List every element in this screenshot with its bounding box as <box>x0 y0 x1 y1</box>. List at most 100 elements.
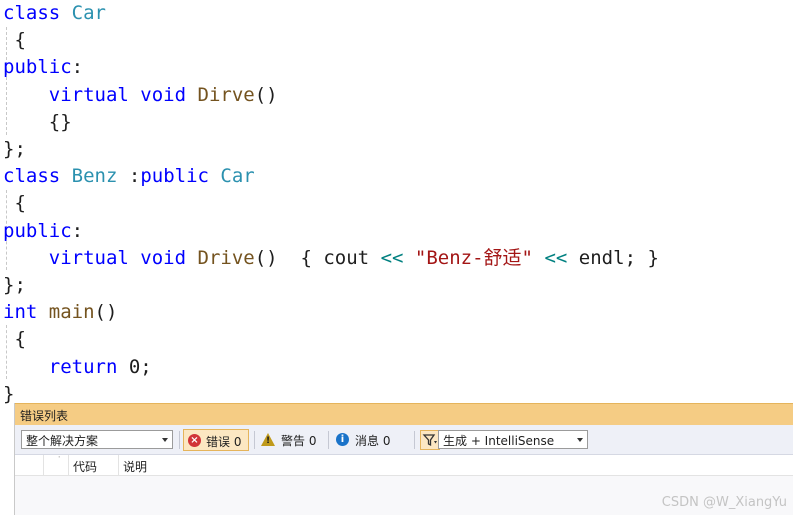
code-line: virtual void Drive() { cout << "Benz-舒适"… <box>3 245 659 272</box>
filter-icon <box>422 434 437 447</box>
source-dropdown-value: 生成 + IntelliSense <box>443 434 555 448</box>
code-token: << <box>380 246 404 269</box>
code-token: }; <box>3 274 26 296</box>
info-icon: i <box>336 433 349 446</box>
warning-icon-mark: ! <box>265 436 271 446</box>
code-line: class Benz :public Car <box>3 163 255 190</box>
toolbar-separator <box>328 431 329 449</box>
code-token: class <box>3 165 61 188</box>
code-line: class Car <box>3 0 106 27</box>
code-token: () { <box>254 246 324 269</box>
code-token: class <box>3 2 61 24</box>
code-token: public <box>140 165 209 188</box>
code-token: { <box>3 192 26 215</box>
toolbar-separator <box>179 431 180 449</box>
code-line: return 0; <box>3 354 152 381</box>
error-list-title-bar: 错误列表 <box>15 403 793 425</box>
code-token: void <box>140 83 187 106</box>
code-token: int <box>3 301 38 324</box>
code-line: } <box>3 381 14 404</box>
column-header-code[interactable]: 代码 <box>73 458 97 475</box>
code-token: << <box>544 246 568 269</box>
code-token: Car <box>220 165 255 188</box>
code-token: public <box>3 56 72 79</box>
error-list-title: 错误列表 <box>20 409 69 423</box>
code-token: virtual <box>48 246 129 269</box>
code-token: endl <box>578 246 625 269</box>
code-token: { <box>3 328 26 351</box>
scope-dropdown-value: 整个解决方案 <box>26 434 99 448</box>
code-line: { <box>3 27 26 54</box>
source-dropdown[interactable]: 生成 + IntelliSense <box>438 430 588 449</box>
error-list-toolbar: 整个解决方案 × 错误 0 ! 警告 0 i 消息 0 生成 + Intelli… <box>15 425 793 455</box>
code-token: virtual <box>48 83 129 106</box>
code-line: {} <box>3 109 72 136</box>
code-line: virtual void Dirve() <box>3 82 278 109</box>
code-token: 0; <box>117 355 152 378</box>
code-line: public: <box>3 54 83 81</box>
code-token: cout <box>323 246 370 269</box>
toolbar-separator <box>254 431 255 449</box>
warnings-filter-button[interactable]: ! 警告 0 <box>259 429 323 451</box>
code-token: Drive <box>197 246 255 269</box>
code-token: }; <box>3 138 26 160</box>
code-line: }; <box>3 272 26 299</box>
code-token: return <box>48 355 118 378</box>
code-token: public <box>3 219 72 242</box>
code-token: main <box>48 301 95 324</box>
code-token: Dirve <box>197 83 255 106</box>
code-token: : <box>71 56 84 79</box>
error-list-column-header: ᐝ 代码 说明 <box>15 455 793 476</box>
watermark: CSDN @W_XiangYu <box>661 495 787 510</box>
warnings-count-label: 警告 0 <box>281 434 317 448</box>
code-line: { <box>3 190 26 217</box>
chevron-down-icon <box>577 438 583 442</box>
code-token: () <box>94 301 118 324</box>
code-editor[interactable]: class Car {public: virtual void Dirve() … <box>0 0 793 404</box>
scope-dropdown[interactable]: 整个解决方案 <box>21 430 173 449</box>
code-token: : <box>117 165 141 188</box>
filter-button[interactable] <box>420 430 440 450</box>
toolbar-separator <box>414 431 415 449</box>
code-line: }; <box>3 136 26 163</box>
error-icon: × <box>188 434 201 447</box>
code-token: "Benz-舒适" <box>414 246 533 269</box>
code-token: () <box>254 83 278 106</box>
errors-filter-button[interactable]: × 错误 0 <box>183 429 249 451</box>
column-divider <box>68 455 69 476</box>
screen: class Car {public: virtual void Dirve() … <box>0 0 793 515</box>
errors-count-label: 错误 0 <box>206 435 242 449</box>
code-line: { <box>3 326 26 353</box>
column-divider <box>43 455 44 476</box>
code-token: ; } <box>624 246 659 269</box>
code-token: {} <box>48 110 72 133</box>
code-token: void <box>140 246 187 269</box>
messages-count-label: 消息 0 <box>355 434 391 448</box>
code-token: { <box>3 29 26 52</box>
code-token: Benz <box>71 165 118 188</box>
code-line: int main() <box>3 299 117 326</box>
code-line: public: <box>3 218 83 245</box>
code-token: } <box>3 382 15 404</box>
column-divider <box>118 455 119 476</box>
code-token: Car <box>71 2 106 24</box>
column-header-description[interactable]: 说明 <box>123 458 147 475</box>
code-token: : <box>71 219 84 242</box>
chevron-down-icon <box>162 438 168 442</box>
messages-filter-button[interactable]: i 消息 0 <box>333 429 409 451</box>
